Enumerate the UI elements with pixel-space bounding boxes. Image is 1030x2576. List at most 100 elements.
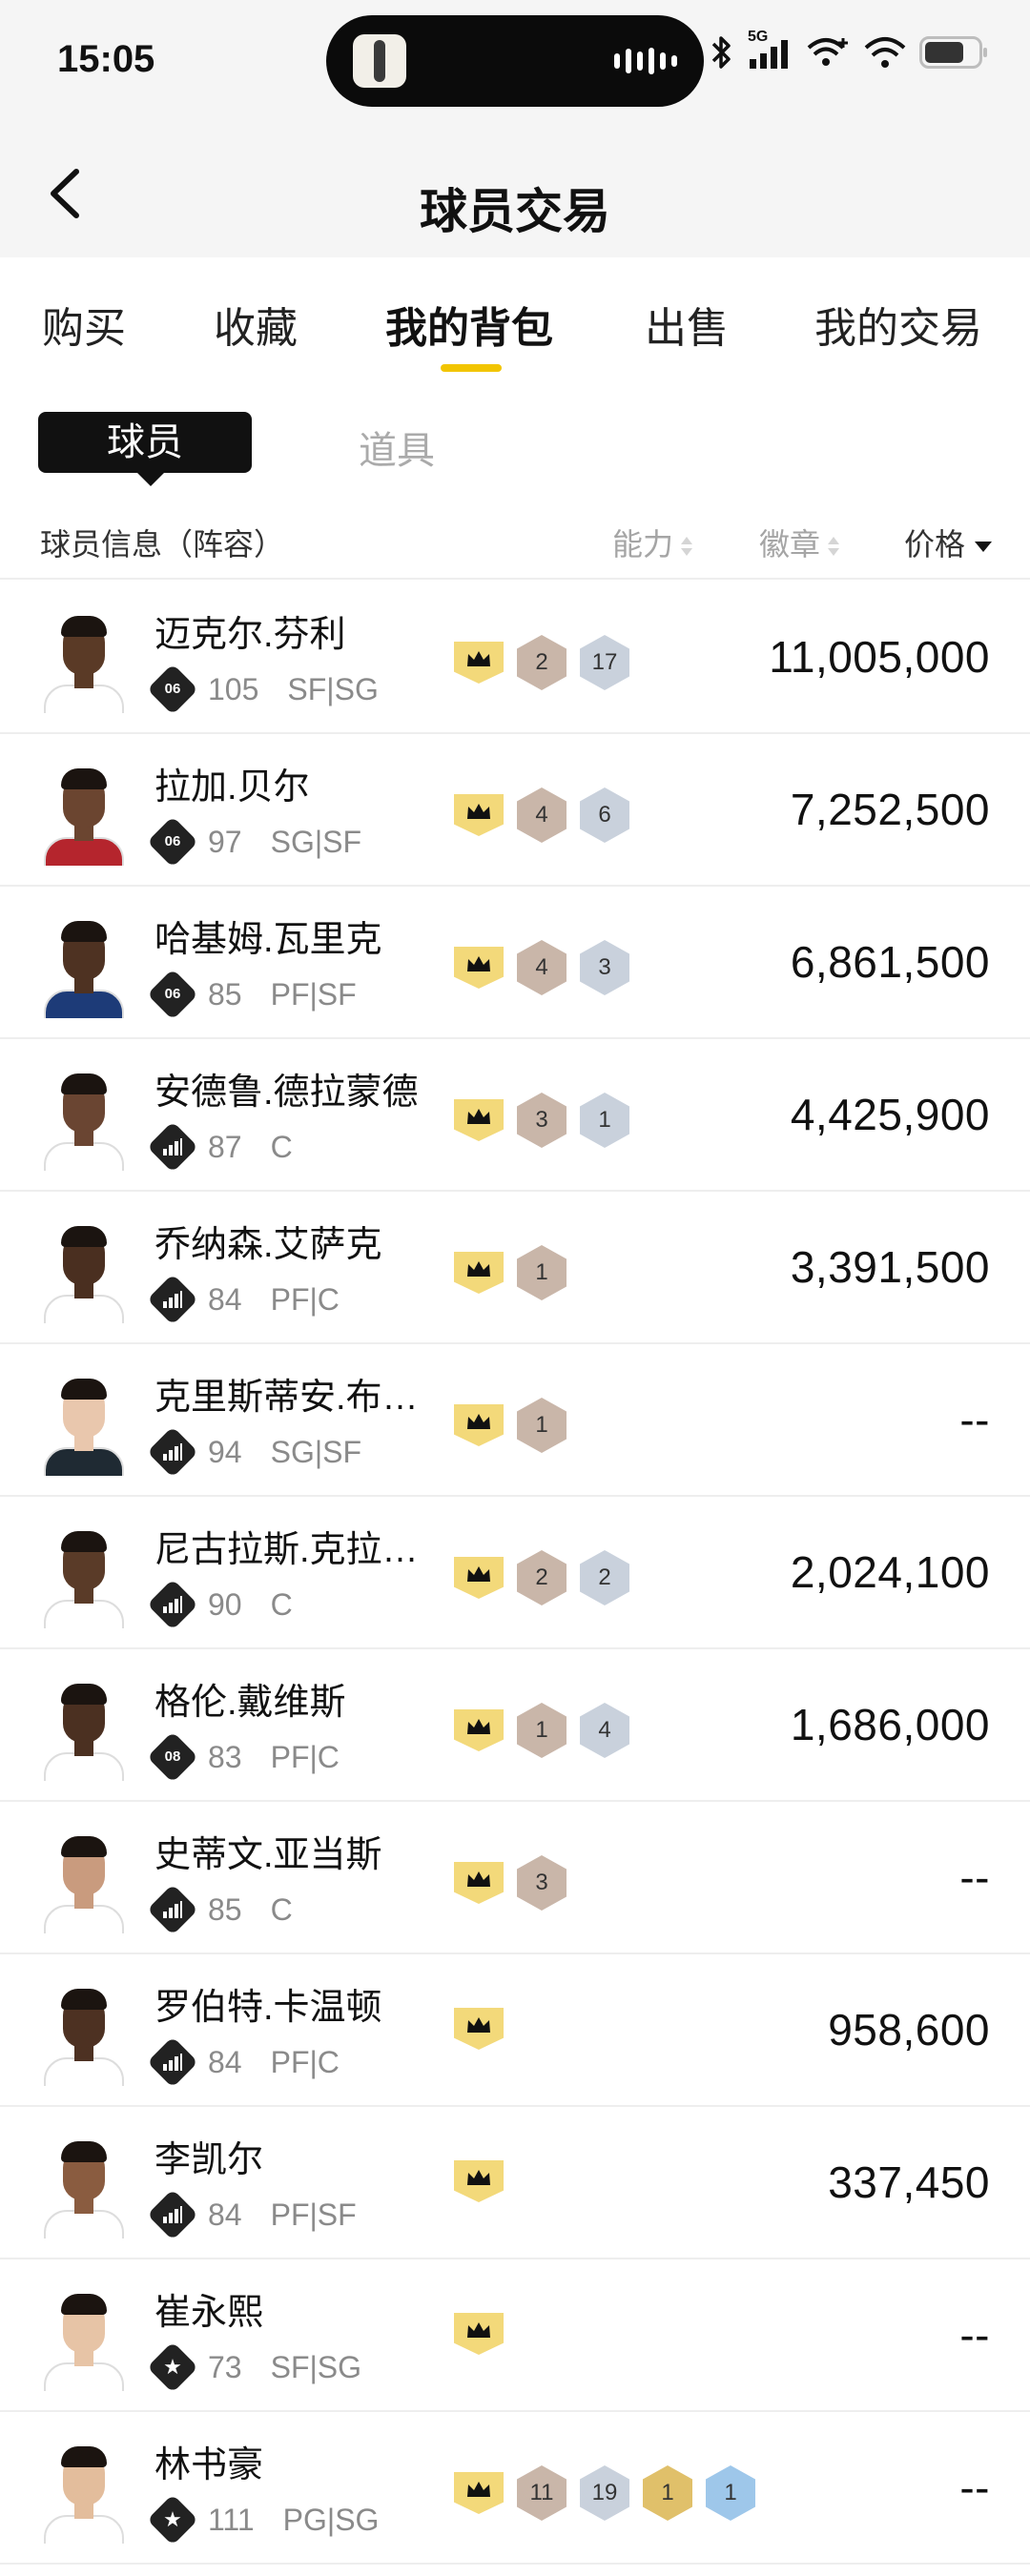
sort-arrows-icon xyxy=(679,535,694,560)
player-row[interactable]: 拉加.贝尔 06 97 SG|SF 4 6 7,252,500 xyxy=(0,734,1030,887)
crown-icon xyxy=(454,2472,504,2514)
avatar xyxy=(38,1983,130,2086)
battery-icon xyxy=(919,36,987,69)
era-badge-icon: 06 xyxy=(147,816,198,868)
player-price: -- xyxy=(959,2463,990,2512)
tab-my-backpack[interactable]: 我的背包 xyxy=(385,294,553,355)
player-row[interactable]: 迈克尔.芬利 06 105 SF|SG 2 17 11,005,000 xyxy=(0,582,1030,734)
page-title: 球员交易 xyxy=(420,185,610,238)
avatar xyxy=(38,1068,130,1171)
player-position: PG|SG xyxy=(282,2502,380,2537)
card-type-bars-icon xyxy=(147,1426,198,1478)
tab-buy[interactable]: 购买 xyxy=(42,294,126,355)
player-price: 11,005,000 xyxy=(769,632,990,682)
player-row[interactable]: 崔永熙 ★ 73 SF|SG -- xyxy=(0,2259,1030,2412)
player-row[interactable]: 乔纳森.艾萨克 84 PF|C 1 3,391,500 xyxy=(0,1192,1030,1344)
player-row[interactable]: 克里斯蒂安.布… 94 SG|SF 1 -- xyxy=(0,1344,1030,1497)
player-name: 拉加.贝尔 xyxy=(154,767,310,808)
badge-group: 1 xyxy=(454,1245,566,1300)
player-position: C xyxy=(270,1891,293,1927)
col-price-sort[interactable]: 价格 xyxy=(904,521,993,564)
player-rating: 85 xyxy=(208,1891,242,1927)
badge-group: 46 xyxy=(454,787,629,843)
player-name: 乔纳森.艾萨克 xyxy=(154,1225,382,1265)
subtab-players[interactable]: 球员 xyxy=(38,412,252,486)
player-position: C xyxy=(270,1586,293,1622)
player-name: 尼古拉斯.克拉… xyxy=(154,1530,419,1570)
player-row[interactable]: 史蒂文.亚当斯 85 C 3 -- xyxy=(0,1802,1030,1954)
player-rating: 87 xyxy=(208,1129,242,1164)
player-row[interactable]: 林书豪 ★ 111 PG|SG 11 19 1 1 -- xyxy=(0,2412,1030,2565)
bars-glyph xyxy=(154,1891,191,1928)
badge-group: 11 19 1 1 xyxy=(454,2465,755,2521)
player-position: SF|SG xyxy=(287,671,379,706)
avatar xyxy=(38,1525,130,1628)
crown-icon xyxy=(454,2160,504,2202)
player-row[interactable]: 罗伯特.卡温顿 84 PF|C 958,600 xyxy=(0,1954,1030,2107)
badge-hex-bronze: 2 xyxy=(517,635,566,690)
player-name: 李凯尔 xyxy=(154,2140,264,2180)
col-player-info: 球员信息（阵容） xyxy=(40,527,285,562)
badge-hex-bronze: 11 xyxy=(517,2465,566,2521)
player-meta: 84 PF|C xyxy=(147,2036,340,2088)
avatar xyxy=(38,610,130,713)
player-meta: 90 C xyxy=(147,1579,293,1630)
badge-hex-silver: 17 xyxy=(580,635,629,690)
player-row[interactable]: 格伦.戴维斯 08 83 PF|C 1 4 1,686,000 xyxy=(0,1649,1030,1802)
tab-my-trades[interactable]: 我的交易 xyxy=(814,294,982,355)
era-label: 06 xyxy=(164,681,181,697)
player-row[interactable]: 安德鲁.德拉蒙德 87 C 3 1 4,425,900 xyxy=(0,1039,1030,1192)
tab-sell[interactable]: 出售 xyxy=(645,294,729,355)
col-badges-sort[interactable]: 徽章 xyxy=(759,521,841,564)
player-name: 克里斯蒂安.布… xyxy=(154,1378,419,1418)
player-meta: 08 83 PF|C xyxy=(147,1731,340,1783)
player-meta: ★ 73 SF|SG xyxy=(147,2341,361,2393)
player-position: SG|SF xyxy=(270,824,362,859)
player-name: 罗伯特.卡温顿 xyxy=(154,1988,382,2028)
player-price: 7,252,500 xyxy=(790,785,990,834)
player-position: PF|C xyxy=(270,1739,340,1774)
badge-group: 3 xyxy=(454,1855,566,1911)
player-row[interactable]: 李凯尔 84 PF|SF 337,450 xyxy=(0,2107,1030,2259)
badge-group: 14 xyxy=(454,1703,629,1758)
now-playing-thumbnail xyxy=(353,34,406,88)
avatar xyxy=(38,1373,130,1476)
player-price: 3,391,500 xyxy=(790,1242,990,1292)
badge-group xyxy=(454,2160,504,2202)
player-price: 6,861,500 xyxy=(790,937,990,987)
player-row[interactable]: 哈基姆.瓦里克 06 85 PF|SF 4 3 6,861,500 xyxy=(0,887,1030,1039)
player-rating: 85 xyxy=(208,976,242,1012)
player-price: 1,686,000 xyxy=(790,1700,990,1749)
player-position: PF|SF xyxy=(270,2197,357,2232)
status-icons: 5G xyxy=(710,29,987,71)
avatar xyxy=(38,1830,130,1933)
player-meta: 84 PF|C xyxy=(147,1274,340,1325)
wifi-plus-icon xyxy=(807,38,848,66)
era-label: 06 xyxy=(164,986,181,1002)
badge-hex-silver: 6 xyxy=(580,787,629,843)
player-rating: 83 xyxy=(208,1739,242,1774)
audio-waveform-icon xyxy=(614,48,677,74)
crown-icon xyxy=(454,1099,504,1141)
card-type-bars-icon xyxy=(147,1121,198,1173)
player-rating: 94 xyxy=(208,1434,242,1469)
sort-down-icon xyxy=(975,542,993,553)
col-ability-sort[interactable]: 能力 xyxy=(612,521,694,564)
player-meta: 84 PF|SF xyxy=(147,2189,357,2240)
player-meta: 06 85 PF|SF xyxy=(147,969,357,1020)
crown-icon xyxy=(454,1252,504,1294)
bars-glyph xyxy=(154,1129,191,1165)
main-tabs: 购买 收藏 我的背包 出售 我的交易 xyxy=(0,257,1030,381)
header: 球员交易 xyxy=(0,133,1030,257)
player-row[interactable]: 尼古拉斯.克拉… 90 C 2 2 2,024,100 xyxy=(0,1497,1030,1649)
badge-hex-silver: 2 xyxy=(580,1550,629,1605)
tab-favorites[interactable]: 收藏 xyxy=(214,294,298,355)
era-badge-icon: 06 xyxy=(147,969,198,1020)
wifi-icon xyxy=(864,37,906,68)
player-rating: 105 xyxy=(208,671,259,706)
subtab-items[interactable]: 道具 xyxy=(359,419,435,475)
badge-group: 22 xyxy=(454,1550,629,1605)
player-rating: 97 xyxy=(208,824,242,859)
player-name: 格伦.戴维斯 xyxy=(154,1683,346,1723)
player-price: -- xyxy=(959,1395,990,1444)
